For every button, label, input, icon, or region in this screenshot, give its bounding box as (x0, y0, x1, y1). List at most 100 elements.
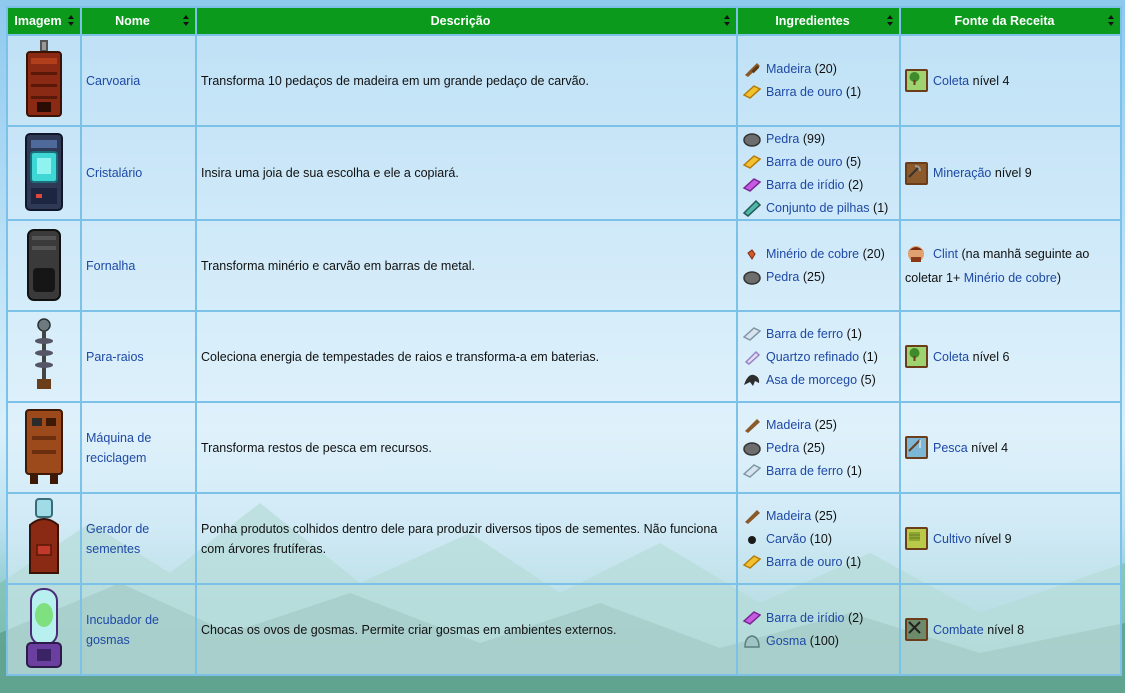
header-ingredientes[interactable]: Ingredientes (736, 6, 901, 36)
image-cell (6, 219, 82, 312)
ingredient-link[interactable]: Quartzo refinado (766, 350, 859, 364)
item-name-link[interactable]: Máquina de reciclagem (86, 431, 151, 465)
ingredient-qty: (99) (802, 131, 826, 146)
item-name-link[interactable]: Incubador de gosmas (86, 613, 159, 647)
foraging-skill-icon (905, 345, 928, 368)
item-name-link[interactable]: Para-raios (86, 350, 144, 364)
source-link[interactable]: Cultivo (933, 532, 971, 546)
source-link[interactable]: Minério de cobre (964, 271, 1057, 285)
fornalha-machine-icon[interactable] (23, 224, 65, 304)
ingredient-qty: (5) (845, 154, 862, 169)
farming-skill-icon (905, 527, 928, 550)
source-text: coletar 1+ (905, 270, 961, 285)
ingredients-cell: Barra de irídio (2) Gosma (100) (736, 583, 901, 676)
ingredient-qty: (100) (809, 634, 839, 648)
source-cell: Pesca nível 4 (899, 401, 1122, 494)
sort-icon[interactable] (68, 15, 74, 26)
ingredient-link[interactable]: Barra de irídio (766, 178, 845, 192)
ingredient-link[interactable]: Madeira (766, 62, 811, 76)
source-text: nível 9 (994, 166, 1032, 180)
item-name-link[interactable]: Gerador de sementes (86, 522, 149, 556)
image-cell (6, 583, 82, 676)
ingredient-link[interactable]: Carvão (766, 532, 806, 546)
ingredient-link[interactable]: Madeira (766, 418, 811, 432)
ingredient-link[interactable]: Pedra (766, 441, 799, 455)
ingredients-cell: Barra de ferro (1) Quartzo refinado (1) … (736, 310, 901, 403)
cristalario-machine-icon[interactable] (22, 130, 66, 214)
ingredient-item: Madeira (25) (742, 413, 895, 436)
ingredient-link[interactable]: Madeira (766, 509, 811, 523)
sort-icon[interactable] (183, 15, 189, 26)
sort-icon[interactable] (887, 15, 893, 26)
header-fonte[interactable]: Fonte da Receita (899, 6, 1122, 36)
ingredient-item: Barra de ouro (1) (742, 81, 895, 104)
description-cell: Ponha produtos colhidos dentro dele para… (195, 492, 738, 585)
description-cell: Transforma 10 pedaços de madeira em um g… (195, 34, 738, 127)
wood-icon (745, 509, 760, 524)
ingredient-item: Quartzo refinado (1) (742, 345, 895, 368)
image-cell (6, 34, 82, 127)
source-cell: Clint (na manhã seguinte ao coletar 1+ M… (899, 219, 1122, 312)
item-name-link[interactable]: Carvoaria (86, 74, 140, 88)
source-link[interactable]: Coleta (933, 350, 969, 364)
ingredient-link[interactable]: Gosma (766, 634, 806, 648)
ingredient-item: Pedra (25) (742, 436, 895, 459)
table-row: Carvoaria Transforma 10 pedaços de madei… (6, 34, 1122, 127)
source-text: nível 4 (971, 440, 1009, 455)
description-cell: Coleciona energia de tempestades de raio… (195, 310, 738, 403)
table-row: Fornalha Transforma minério e carvão em … (6, 219, 1122, 312)
header-imagem[interactable]: Imagem (6, 6, 82, 36)
ingredient-qty: (25) (814, 508, 837, 523)
refined-quartz-icon (744, 350, 761, 365)
item-name-link[interactable]: Fornalha (86, 259, 135, 273)
source-cell: Cultivo nível 9 (899, 492, 1122, 585)
ingredient-qty: (1) (845, 85, 862, 99)
sort-icon[interactable] (724, 15, 730, 26)
header-nome[interactable]: Nome (80, 6, 197, 36)
ingredient-item: Madeira (20) (742, 58, 895, 81)
source-link[interactable]: Coleta (933, 74, 969, 88)
seed-maker-machine-icon[interactable] (24, 495, 64, 579)
ingredient-qty: (20) (862, 247, 885, 261)
ingredient-qty: (20) (814, 62, 837, 76)
ingredient-link[interactable]: Barra de ouro (766, 155, 842, 169)
ingredient-link[interactable]: Pedra (766, 270, 799, 284)
source-text: ) (1056, 270, 1062, 285)
ingredient-item: Pedra (99) (742, 127, 895, 150)
ingredient-link[interactable]: Barra de ouro (766, 555, 842, 569)
image-cell (6, 401, 82, 494)
wood-icon (745, 63, 760, 77)
source-link[interactable]: Mineração (933, 166, 991, 180)
ingredient-link[interactable]: Minério de cobre (766, 247, 859, 261)
sort-icon[interactable] (1108, 15, 1114, 26)
ingredient-qty: (2) (848, 611, 864, 625)
ingredient-link[interactable]: Barra de ouro (766, 85, 842, 99)
item-name-link[interactable]: Cristalário (86, 166, 142, 180)
para-raios-machine-icon[interactable] (29, 315, 59, 395)
ingredient-link[interactable]: Asa de morcego (766, 373, 857, 387)
gold-bar-icon (742, 85, 762, 99)
ingredient-link[interactable]: Barra de irídio (766, 611, 845, 625)
source-link[interactable]: Clint (933, 247, 958, 261)
ingredient-link[interactable]: Barra de ferro (766, 327, 843, 341)
ingredient-item: Pedra (25) (742, 266, 895, 289)
slime-incubator-machine-icon[interactable] (23, 585, 65, 671)
header-descricao[interactable]: Descrição (195, 6, 738, 36)
source-link[interactable]: Combate (933, 623, 984, 637)
image-cell (6, 492, 82, 585)
ingredient-qty: (2) (848, 177, 864, 192)
coal-icon (748, 535, 756, 544)
table-row: Incubador de gosmas Chocas os ovos de go… (6, 583, 1122, 676)
source-link[interactable]: Pesca (933, 441, 968, 455)
bat-wing-icon (744, 374, 760, 386)
mining-skill-icon (905, 161, 928, 185)
source-cell: Mineração nível 9 (899, 125, 1122, 221)
ingredient-link[interactable]: Conjunto de pilhas (766, 201, 870, 215)
table-row: Cristalário Insira uma joia de sua escol… (6, 125, 1122, 221)
recycling-machine-icon[interactable] (22, 406, 66, 486)
ingredient-link[interactable]: Barra de ferro (766, 464, 843, 478)
iron-bar-icon (742, 463, 762, 478)
ingredient-qty: (1) (846, 463, 862, 478)
ingredient-link[interactable]: Pedra (766, 132, 799, 146)
carvoaria-machine-icon[interactable] (23, 38, 65, 120)
